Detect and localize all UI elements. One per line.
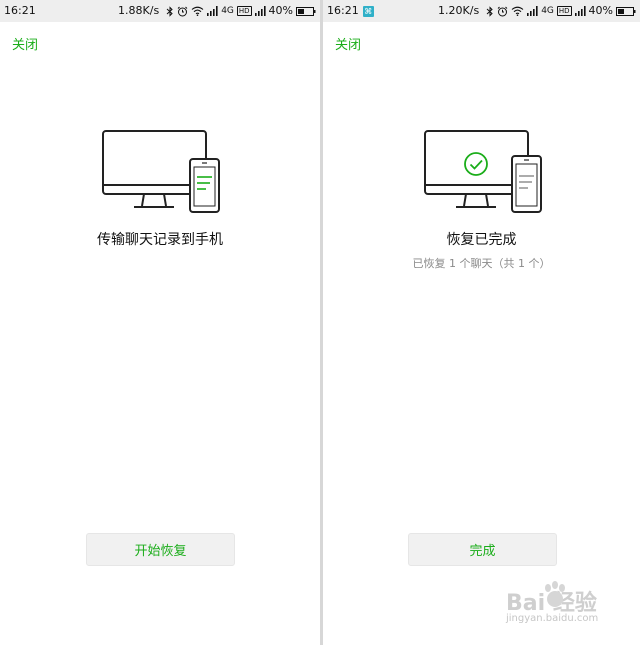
start-restore-button[interactable]: 开始恢复 bbox=[86, 533, 235, 566]
app-notification-icon: ⌘ bbox=[362, 5, 374, 17]
page-title: 恢复已完成 bbox=[446, 232, 517, 248]
paw-icon bbox=[542, 581, 568, 613]
restore-complete-illustration bbox=[423, 128, 547, 216]
status-indicators: 1.20K/s 4G HD 40% bbox=[438, 0, 636, 22]
restore-summary: 已恢复 1 个聊天（共 1 个） bbox=[412, 257, 551, 270]
wifi-icon bbox=[511, 0, 524, 22]
page-title: 传输聊天记录到手机 bbox=[97, 232, 223, 248]
bluetooth-icon bbox=[166, 0, 174, 22]
signal-icon bbox=[254, 0, 266, 22]
battery-percent: 40% bbox=[268, 4, 293, 17]
hd-badge: HD bbox=[556, 6, 572, 16]
screens-container: 16:21 1.88K/s 4G HD 40% 关闭 传输聊天记录到手机 开始恢… bbox=[0, 0, 640, 645]
close-button[interactable]: 关闭 bbox=[335, 34, 361, 53]
battery-icon bbox=[296, 0, 316, 22]
status-time-group: 16:21 ⌘ bbox=[327, 0, 374, 22]
restore-complete-screen: 16:21 ⌘ 1.20K/s 4G HD 40% 关闭 恢复已完成 已恢复 1… bbox=[323, 0, 640, 645]
network-type: 4G bbox=[541, 6, 554, 16]
status-indicators: 1.88K/s 4G HD 40% bbox=[118, 0, 316, 22]
transfer-screen: 16:21 1.88K/s 4G HD 40% 关闭 传输聊天记录到手机 开始恢… bbox=[0, 0, 320, 645]
network-speed: 1.20K/s bbox=[438, 4, 480, 17]
alarm-icon bbox=[497, 0, 508, 22]
phone-icon bbox=[511, 155, 542, 213]
status-bar: 16:21 ⌘ 1.20K/s 4G HD 40% bbox=[323, 0, 640, 22]
network-type: 4G bbox=[221, 6, 234, 16]
pc-to-phone-illustration bbox=[101, 128, 225, 216]
signal-icon bbox=[207, 0, 218, 22]
hd-badge: HD bbox=[236, 6, 252, 16]
status-bar: 16:21 1.88K/s 4G HD 40% bbox=[0, 0, 320, 22]
watermark-url: jingyan.baidu.com bbox=[506, 613, 599, 624]
battery-icon bbox=[616, 0, 636, 22]
bluetooth-icon bbox=[486, 0, 494, 22]
close-button[interactable]: 关闭 bbox=[12, 34, 38, 53]
battery-percent: 40% bbox=[588, 4, 613, 17]
status-time: 16:21 bbox=[327, 4, 359, 17]
alarm-icon bbox=[177, 0, 188, 22]
wifi-icon bbox=[191, 0, 204, 22]
done-button[interactable]: 完成 bbox=[408, 533, 557, 566]
phone-icon bbox=[189, 158, 220, 213]
signal-icon bbox=[527, 0, 538, 22]
baidu-jingyan-watermark: Bai 经验 jingyan.baidu.com bbox=[506, 581, 626, 631]
status-time: 16:21 bbox=[4, 4, 36, 17]
signal-icon bbox=[574, 0, 586, 22]
network-speed: 1.88K/s bbox=[118, 4, 160, 17]
